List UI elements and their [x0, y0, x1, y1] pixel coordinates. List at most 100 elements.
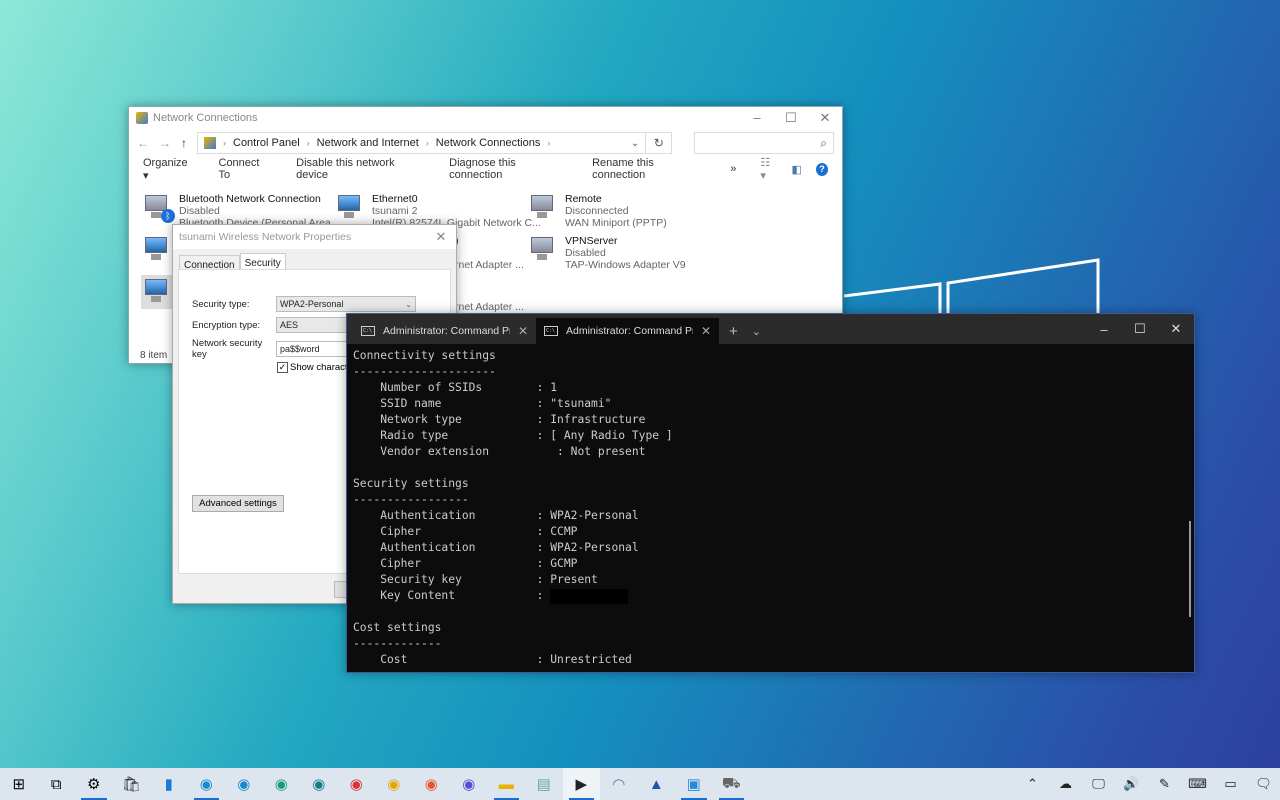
- status-bar: 8 item: [140, 350, 168, 361]
- up-icon[interactable]: ↑: [181, 136, 187, 150]
- help-icon[interactable]: ?: [815, 162, 828, 176]
- connection-item-partial-2[interactable]: rnet Adapter ...: [455, 301, 524, 313]
- section-rule: -------------: [353, 637, 442, 650]
- terminal-line: Cipher : CCMP: [353, 525, 578, 538]
- chevron-down-icon: ⌄: [405, 299, 412, 309]
- chrome-canary-icon[interactable]: ◉: [375, 768, 413, 800]
- terminal-line: Number of SSIDs : 1: [353, 381, 558, 394]
- minimize-button[interactable]: –: [740, 110, 774, 126]
- network-connections-icon: [136, 112, 148, 124]
- section-rule: -----------------: [353, 493, 469, 506]
- maximize-button[interactable]: ☐: [774, 110, 808, 126]
- connect-to-button[interactable]: Connect To: [219, 157, 273, 181]
- advanced-settings-button[interactable]: Advanced settings: [192, 495, 284, 512]
- forward-icon[interactable]: →: [159, 136, 171, 150]
- firefox-icon[interactable]: ◉: [413, 768, 451, 800]
- close-button[interactable]: ✕: [808, 110, 842, 126]
- terminal-output[interactable]: Connectivity settings -------------------…: [353, 348, 673, 668]
- photos-icon[interactable]: ▲: [638, 768, 676, 800]
- volume-icon[interactable]: 🔊: [1115, 776, 1148, 792]
- breadcrumb-network-connections[interactable]: Network Connections: [436, 137, 541, 149]
- connection-item-partial-1[interactable]: ) rnet Adapter ...: [455, 235, 524, 271]
- network-tray-icon[interactable]: 🖵: [1082, 776, 1115, 792]
- security-key-label: Network security key: [192, 338, 263, 360]
- network-adapter-icon: [529, 193, 559, 223]
- notepad-icon[interactable]: ▤: [525, 768, 563, 800]
- tablet-icon[interactable]: ▭: [1214, 776, 1247, 792]
- terminal-line: Authentication : WPA2-Personal: [353, 541, 639, 554]
- encryption-type-label: Encryption type:: [192, 319, 261, 331]
- close-button[interactable]: ✕: [1158, 321, 1194, 337]
- search-input[interactable]: ⌕: [694, 132, 834, 154]
- connection-item-selected[interactable]: [141, 275, 175, 309]
- terminal-line: Cost : Unrestricted: [353, 653, 632, 666]
- security-type-select[interactable]: WPA2-Personal ⌄: [276, 296, 416, 312]
- dialog-close-button[interactable]: ✕: [426, 229, 456, 245]
- section-rule: ---------------------: [353, 365, 496, 378]
- tab-close-icon[interactable]: ✕: [701, 324, 711, 338]
- preview-pane-icon[interactable]: ◧: [792, 163, 802, 176]
- tab-close-icon[interactable]: ✕: [518, 324, 528, 338]
- breadcrumb-control-panel[interactable]: Control Panel: [233, 137, 300, 149]
- terminal-line: Authentication : WPA2-Personal: [353, 509, 639, 522]
- control-panel-icon[interactable]: ▣: [675, 768, 713, 800]
- store-icon[interactable]: 🛍: [113, 768, 151, 800]
- new-tab-button[interactable]: +: [719, 318, 748, 344]
- title-bar: Network Connections – ☐ ✕: [129, 107, 842, 129]
- rename-button[interactable]: Rename this connection: [592, 157, 706, 181]
- redacted-key: [550, 588, 629, 604]
- maximize-button[interactable]: ☐: [1122, 321, 1158, 337]
- network-adapter-icon: [529, 235, 559, 265]
- tab-dropdown-button[interactable]: ⌄: [748, 318, 765, 344]
- connection-item-wifi[interactable]: [143, 235, 173, 265]
- back-icon[interactable]: ←: [137, 136, 149, 150]
- pen-icon[interactable]: ✎: [1148, 776, 1181, 792]
- cmd-icon: C:\: [361, 326, 375, 336]
- remote-desktop-icon[interactable]: ◠: [600, 768, 638, 800]
- terminal-line: Radio type : [ Any Radio Type ]: [353, 429, 673, 442]
- windows-logo-wallpaper: [844, 258, 1100, 318]
- terminal-line: Security key : Present: [353, 573, 598, 586]
- settings-icon[interactable]: ⚙: [75, 768, 113, 800]
- disable-device-button[interactable]: Disable this network device: [296, 157, 425, 181]
- breadcrumb-network-internet[interactable]: Network and Internet: [317, 137, 419, 149]
- file-explorer-icon[interactable]: ▬: [488, 768, 526, 800]
- address-bar[interactable]: › Control Panel › Network and Internet ›…: [197, 132, 647, 154]
- dialog-title-bar: tsunami Wireless Network Properties ✕: [173, 225, 456, 249]
- connection-item-vpnserver[interactable]: VPNServer Disabled TAP-Windows Adapter V9: [529, 235, 686, 271]
- organize-button[interactable]: Organize ▾: [143, 157, 195, 182]
- firefox-nightly-icon[interactable]: ◉: [450, 768, 488, 800]
- diagnose-button[interactable]: Diagnose this connection: [449, 157, 568, 181]
- keyboard-icon[interactable]: ⌨: [1181, 776, 1214, 792]
- connection-item-remote[interactable]: Remote Disconnected WAN Miniport (PPTP): [529, 193, 667, 229]
- terminal-icon[interactable]: ▶: [562, 768, 600, 800]
- terminal-line: Cipher : GCMP: [353, 557, 578, 570]
- phone-icon[interactable]: ▮: [150, 768, 188, 800]
- chrome-icon[interactable]: ◉: [338, 768, 376, 800]
- chevron-down-icon[interactable]: ⌄: [631, 138, 639, 149]
- terminal-tab-2[interactable]: C:\ Administrator: Command Prompt ✕: [536, 318, 719, 344]
- edge-beta-icon[interactable]: ◉: [225, 768, 263, 800]
- section-header: Cost settings: [353, 621, 442, 634]
- terminal-line: SSID name : "tsunami": [353, 397, 612, 410]
- start-icon[interactable]: ⊞: [0, 768, 38, 800]
- onedrive-icon[interactable]: ☁: [1049, 776, 1082, 792]
- windows-terminal-window: C:\ Administrator: Command Prompt ✕ C:\ …: [346, 313, 1195, 673]
- scrollbar[interactable]: [1189, 521, 1191, 617]
- refresh-icon[interactable]: ↻: [646, 132, 673, 154]
- task-view-icon[interactable]: ⧉: [38, 768, 76, 800]
- network-icon[interactable]: ⛟: [713, 768, 751, 800]
- edge-icon[interactable]: ◉: [188, 768, 226, 800]
- control-panel-icon: [204, 137, 216, 149]
- more-button[interactable]: »: [730, 163, 736, 175]
- chevron-up-icon[interactable]: ⌃: [1016, 776, 1049, 792]
- address-bar-row: ← → ↑ › Control Panel › Network and Inte…: [129, 129, 842, 157]
- edge-dev-icon[interactable]: ◉: [263, 768, 301, 800]
- security-type-label: Security type:: [192, 298, 250, 310]
- terminal-tab-1[interactable]: C:\ Administrator: Command Prompt ✕: [353, 318, 536, 344]
- terminal-line: Key Content :: [353, 588, 673, 604]
- edge-canary-icon[interactable]: ◉: [300, 768, 338, 800]
- notifications-icon[interactable]: 🗨: [1247, 776, 1280, 792]
- view-options-icon[interactable]: ☷ ▾: [760, 156, 777, 182]
- minimize-button[interactable]: –: [1086, 322, 1122, 337]
